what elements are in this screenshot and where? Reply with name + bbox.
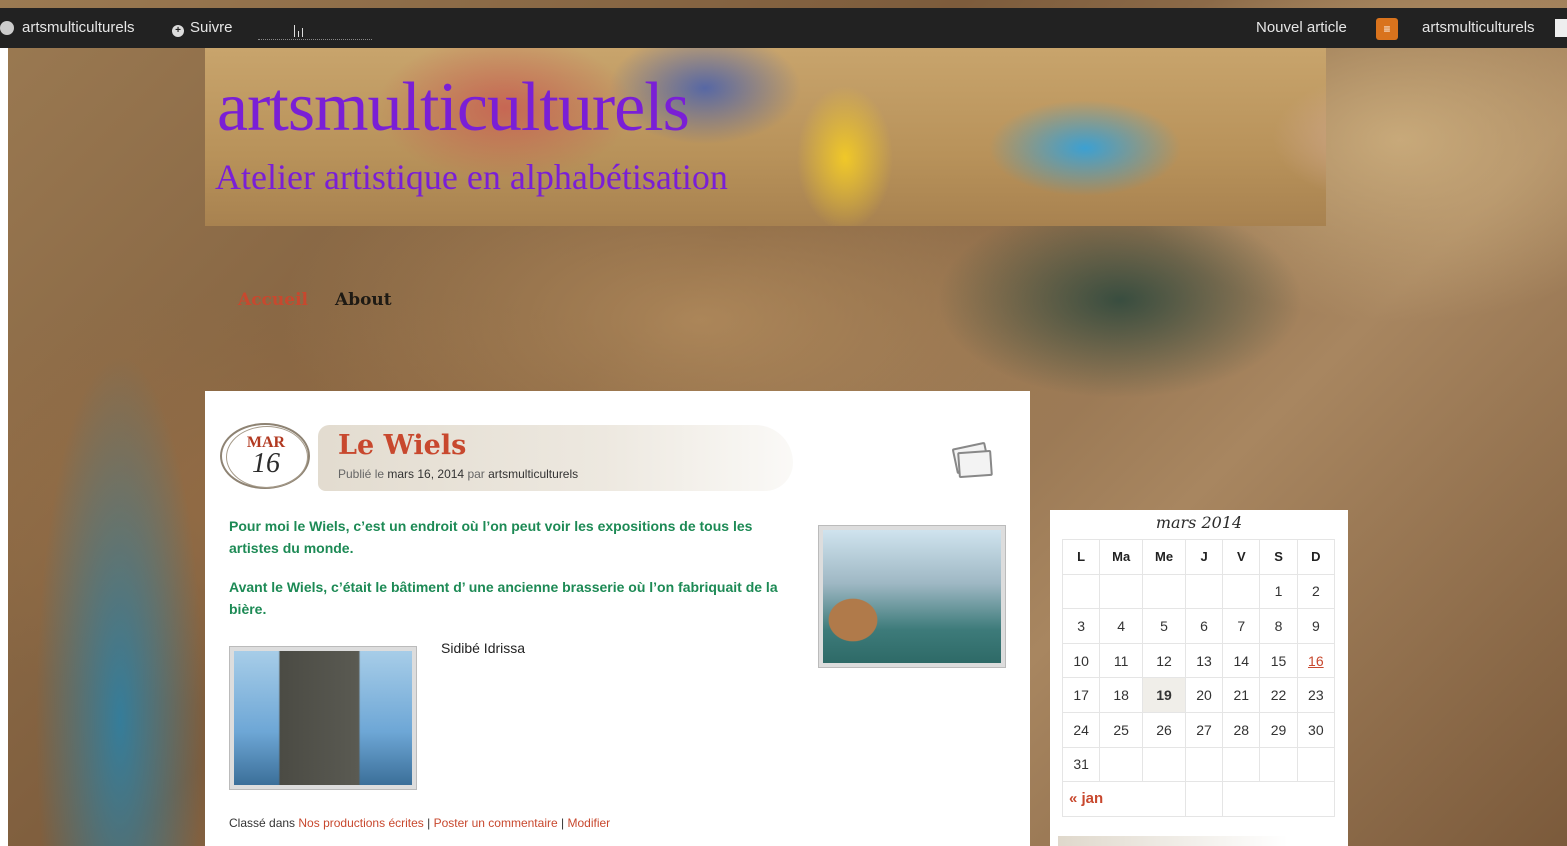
calendar-weekday-header: V <box>1222 539 1261 575</box>
calendar-day: 4 <box>1099 608 1144 644</box>
calendar-day: 27 <box>1184 711 1224 748</box>
calendar-weekday-header: Ma <box>1099 539 1144 575</box>
calendar-day: 12 <box>1142 642 1186 679</box>
calendar-empty-cell <box>1142 573 1186 610</box>
calendar-day: 20 <box>1184 677 1224 713</box>
calendar-day: 3 <box>1061 608 1101 644</box>
calendar-day-link[interactable]: 16 <box>1296 642 1336 679</box>
calendar-empty-cell <box>1222 573 1261 610</box>
plus-icon: + <box>172 25 184 37</box>
post-title[interactable]: Le Wiels <box>338 430 466 461</box>
calendar-day: 22 <box>1259 677 1298 713</box>
calendar-week-row: 10 11 12 13 14 15 16 <box>1061 642 1336 679</box>
separator: | <box>427 816 431 830</box>
calendar-week-row: 31 <box>1061 746 1336 783</box>
calendar-empty-cell <box>1099 573 1144 610</box>
calendar-caption: mars 2014 <box>1155 513 1243 532</box>
calendar-day: 29 <box>1259 711 1298 748</box>
meta-prefix: Publié le <box>338 467 385 481</box>
calendar-day: 23 <box>1296 677 1336 713</box>
left-edge-strip <box>0 30 8 846</box>
calendar-weekday-header: Me <box>1142 539 1186 575</box>
calendar-today: 19 <box>1142 677 1186 713</box>
calendar-empty-cell <box>1099 746 1144 783</box>
calendar-empty-cell <box>1184 746 1224 783</box>
calendar-empty-cell <box>1222 746 1261 783</box>
wiels-building-photo[interactable] <box>229 646 417 790</box>
calendar-week-row: 17 18 19 20 21 22 23 <box>1061 677 1336 713</box>
separator: | <box>561 816 565 830</box>
meta-by: par <box>467 467 485 481</box>
site-title[interactable]: artsmulticulturels <box>217 68 690 148</box>
filed-in-label: Classé dans <box>229 816 296 830</box>
admin-site-name[interactable]: artsmulticulturels <box>22 8 135 48</box>
edit-link[interactable]: Modifier <box>567 816 610 830</box>
follow-label: Suivre <box>190 19 233 36</box>
meta-date[interactable]: mars 16, 2014 <box>387 467 464 481</box>
calendar-widget: mars 2014 L Ma Me J V S D 1 2 3 4 5 6 7 8 9 10 11 12 13 14 1… <box>1050 510 1348 846</box>
calendar-empty-cell <box>1061 573 1101 610</box>
calendar-empty-cell <box>1259 746 1298 783</box>
calendar-day: 6 <box>1184 608 1224 644</box>
calendar-week-row: 12 <box>1061 573 1336 610</box>
post-paragraph: Avant le Wiels, c’était le bâtiment d’ u… <box>229 579 778 617</box>
calendar-day: 17 <box>1061 677 1101 713</box>
calendar-week-row: 3456789 <box>1061 608 1336 644</box>
calendar-day: 31 <box>1061 746 1101 783</box>
new-post-button[interactable]: Nouvel article <box>1256 8 1347 48</box>
post-author-name: Sidibé Idrissa <box>441 640 526 656</box>
calendar-day: 30 <box>1296 711 1336 748</box>
site-description: Atelier artistique en alphabétisation <box>215 157 728 197</box>
follow-button[interactable]: + Suivre <box>172 8 233 48</box>
wiels-interior-photo[interactable] <box>818 525 1006 668</box>
admin-bar: artsmulticulturels + Suivre Nouvel articl… <box>0 8 1567 48</box>
post-meta: Publié le mars 16, 2014 par artsmulticul… <box>338 467 578 481</box>
nav-item-home[interactable]: Accueil <box>238 290 308 310</box>
calendar-empty-cell <box>1296 746 1336 783</box>
admin-user-name[interactable]: artsmulticulturels <box>1422 8 1535 48</box>
calendar-day: 28 <box>1222 711 1261 748</box>
date-day: 16 <box>252 448 280 479</box>
wordpress-logo-icon[interactable] <box>0 21 14 35</box>
comment-link[interactable]: Poster un commentaire <box>434 816 558 830</box>
header-banner: artsmulticulturels Atelier artistique en… <box>205 48 1326 226</box>
calendar-weekday-header: S <box>1259 539 1298 575</box>
notifications-icon[interactable]: ≡ <box>1376 18 1398 40</box>
category-link[interactable]: Nos productions écrites <box>298 816 423 830</box>
calendar-day: 25 <box>1099 711 1144 748</box>
calendar-week-row: 24 25 26 27 28 29 30 <box>1061 711 1336 748</box>
calendar-day: 26 <box>1142 711 1186 748</box>
calendar-empty-cell <box>1184 573 1224 610</box>
nav-item-about[interactable]: About <box>335 290 392 310</box>
post-footer-meta: Classé dans Nos productions écrites | Po… <box>229 816 610 830</box>
calendar-day: 18 <box>1099 677 1144 713</box>
standard-post-format-icon <box>951 441 996 481</box>
calendar-table: L Ma Me J V S D 1 2 3 4 5 6 7 8 9 10 11 12 13 14 15 16 17 18 19 2… <box>1061 539 1336 817</box>
calendar-day: 1 <box>1259 573 1298 610</box>
meta-author[interactable]: artsmulticulturels <box>488 467 578 481</box>
calendar-weekday-header: L <box>1061 539 1101 575</box>
calendar-weekday-header: J <box>1184 539 1224 575</box>
calendar-day: 10 <box>1061 642 1101 679</box>
calendar-day: 11 <box>1099 642 1144 679</box>
calendar-day: 21 <box>1222 677 1261 713</box>
calendar-day: 24 <box>1061 711 1101 748</box>
calendar-day: 13 <box>1184 642 1224 679</box>
calendar-prev-link[interactable]: « jan <box>1062 781 1186 817</box>
date-badge: MAR 16 <box>218 421 314 491</box>
calendar-day: 2 <box>1296 573 1336 610</box>
calendar-day: 15 <box>1259 642 1298 679</box>
calendar-weekday-header: D <box>1296 539 1336 575</box>
calendar-empty-cell <box>1142 746 1186 783</box>
stats-sparkline[interactable] <box>258 18 372 40</box>
avatar[interactable] <box>1555 19 1567 37</box>
calendar-day: 7 <box>1222 608 1261 644</box>
calendar-day: 5 <box>1142 608 1186 644</box>
post-paragraph: Pour moi le Wiels, c’est un endroit où l… <box>229 518 753 556</box>
calendar-day: 14 <box>1222 642 1261 679</box>
calendar-day: 9 <box>1296 608 1336 644</box>
next-widget-edge <box>1058 836 1288 846</box>
calendar-day: 8 <box>1259 608 1298 644</box>
